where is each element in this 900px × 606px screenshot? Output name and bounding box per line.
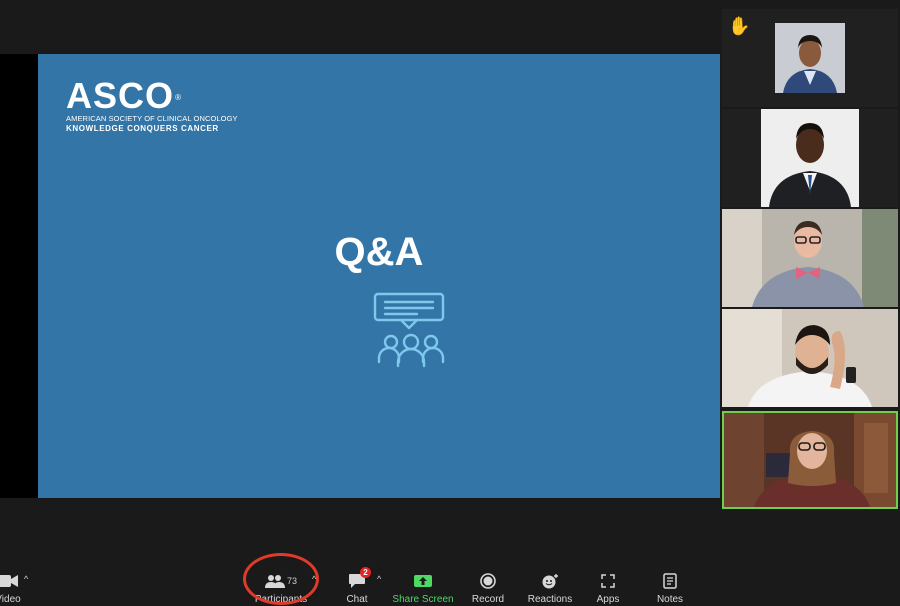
video-label: Video: [0, 594, 21, 605]
participant-tile-2[interactable]: [722, 109, 898, 207]
participant-video-3: [722, 209, 898, 307]
participant-tile-5-active-speaker[interactable]: [722, 411, 898, 509]
participant-tile-4[interactable]: [722, 309, 898, 407]
participant-tile-1[interactable]: ✋: [722, 9, 898, 107]
participant-video-4: [722, 309, 898, 407]
notes-icon: [663, 573, 677, 589]
chat-button[interactable]: 2 Chat: [340, 567, 374, 605]
raised-hand-icon: ✋: [728, 16, 751, 36]
participant-video-2: [761, 109, 859, 207]
asco-logo: ASCO ® AMERICAN SOCIETY OF CLINICAL ONCOL…: [66, 75, 238, 134]
chat-options-caret-icon[interactable]: ^: [377, 574, 381, 584]
chat-unread-badge: 2: [360, 567, 371, 578]
share-letterbox: [0, 54, 38, 498]
participant-tile-3[interactable]: [722, 209, 898, 307]
participants-button[interactable]: 73 Participants: [250, 570, 312, 605]
participant-video-5: [724, 413, 896, 507]
share-screen-button[interactable]: Share Screen: [392, 570, 454, 605]
reactions-button[interactable]: Reactions: [527, 570, 573, 605]
share-screen-label: Share Screen: [392, 594, 454, 605]
asco-logo-word: ASCO ®: [66, 75, 183, 116]
share-screen-icon: [414, 575, 432, 587]
qa-audience-icon: [373, 292, 445, 368]
reactions-smiley-icon: [542, 574, 558, 589]
participants-count: 73: [286, 576, 297, 586]
video-options-caret-icon[interactable]: ^: [24, 574, 28, 584]
participants-label: Participants: [254, 594, 308, 605]
meeting-toolbar: Video ^ 73 Participants ^ 2 Chat ^ Shar: [0, 566, 900, 606]
record-label: Record: [471, 594, 505, 605]
slide-title: Q&A: [334, 230, 424, 274]
participants-options-caret-icon[interactable]: ^: [312, 574, 316, 584]
record-button[interactable]: Record: [470, 570, 506, 605]
notes-label: Notes: [656, 594, 684, 605]
asco-logo-tagline: KNOWLEDGE CONQUERS CANCER: [66, 124, 219, 133]
chat-label: Chat: [346, 594, 368, 605]
notes-button[interactable]: Notes: [654, 570, 686, 605]
record-icon: [480, 573, 496, 589]
participant-video-1: [775, 23, 845, 93]
apps-icon: [601, 574, 615, 588]
apps-button[interactable]: Apps: [592, 570, 624, 605]
participants-icon: [264, 575, 285, 588]
reactions-label: Reactions: [527, 594, 573, 605]
apps-label: Apps: [596, 594, 620, 605]
shared-slide: ASCO ® AMERICAN SOCIETY OF CLINICAL ONCOL…: [38, 54, 720, 498]
